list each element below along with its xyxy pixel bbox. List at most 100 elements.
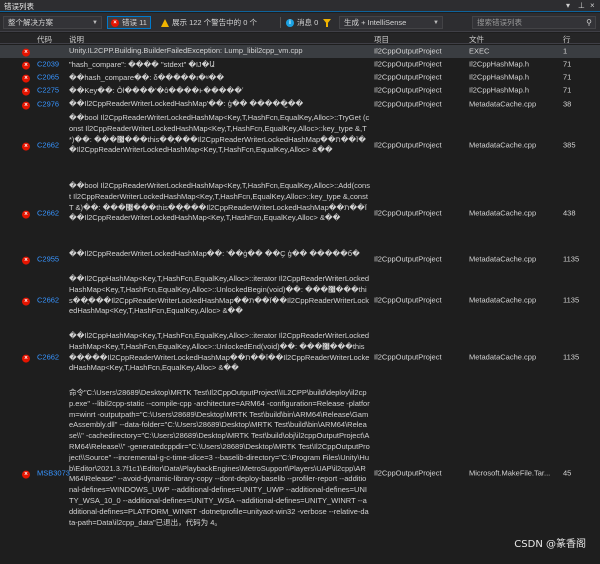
error-project: Il2CppOutputProject (374, 295, 442, 305)
error-line: 71 (563, 59, 572, 69)
column-header-project[interactable]: 项目 (374, 34, 389, 45)
error-line: 1135 (563, 254, 580, 264)
error-file: MetadataCache.cpp (469, 99, 537, 109)
error-icon: × (22, 208, 30, 219)
error-line: 438 (563, 208, 576, 218)
error-description: Unity.IL2CPP.Building.BuilderFailedExcep… (69, 46, 303, 55)
error-icon: × (22, 86, 30, 97)
error-line: 1135 (563, 352, 580, 362)
error-line: 1 (563, 46, 568, 56)
error-project: Il2CppOutputProject (374, 352, 442, 362)
error-description: ��Il2CppHashMap<Key,T,HashFcn,EqualKey,A… (69, 331, 370, 373)
close-icon[interactable]: × (590, 1, 595, 10)
error-description: ��Il2CppReaderWriterLockedHashMap'��: ģ�… (69, 99, 304, 108)
table-row[interactable]: × MSB3073 命令"C:\Users\28689\Desktop\MRTK… (0, 387, 600, 561)
chevron-down-icon: ▼ (433, 19, 439, 26)
info-icon: i (286, 18, 294, 27)
error-icon: × (22, 469, 30, 480)
chevron-down-icon: ▼ (92, 19, 98, 26)
error-project: Il2CppOutputProject (374, 99, 442, 109)
build-filter-dropdown[interactable]: 生成 + IntelliSense ▼ (339, 16, 443, 29)
search-placeholder: 搜索错误列表 (477, 18, 522, 27)
error-line: 71 (563, 72, 572, 82)
error-file: Microsoft.MakeFile.Tar... (469, 468, 551, 478)
error-description: ��hash_compare��: δ�����ı�ʶ�� (69, 73, 225, 82)
error-description: ��bool Il2CppReaderWriterLockedHashMap<K… (69, 113, 370, 155)
table-row[interactable]: × C2039 "hash_compare": ���� "stdext" �Ĳ… (0, 59, 600, 71)
dropdown-icon[interactable]: ▾ (566, 1, 570, 10)
build-filter-value: 生成 + IntelliSense (344, 18, 407, 27)
error-project: Il2CppOutputProject (374, 72, 442, 82)
error-project: Il2CppOutputProject (374, 59, 442, 69)
table-row[interactable]: × C2662 ��bool Il2CppReaderWriterLockedH… (0, 112, 600, 179)
error-icon: × (22, 255, 30, 266)
error-icon: × (22, 99, 30, 110)
error-file: Il2CppHashMap.h (469, 85, 530, 95)
warning-icon (161, 18, 169, 27)
error-file: Il2CppHashMap.h (469, 59, 530, 69)
error-line: 71 (563, 85, 572, 95)
error-code: C2662 (37, 208, 60, 218)
errors-filter-button[interactable]: × 错误 11 (107, 16, 151, 29)
csdn-watermark: CSDN @篆香阁 (514, 539, 586, 550)
search-icon[interactable]: ⚲ (586, 18, 592, 27)
error-icon: × (22, 46, 30, 57)
table-row[interactable]: × C2662 ��bool Il2CppReaderWriterLockedH… (0, 180, 600, 247)
table-row[interactable]: × C2065 ��hash_compare��: δ�����ı�ʶ�� Il… (0, 72, 600, 84)
error-description: ��Il2CppReaderWriterLockedHashMap��: ʹ��… (69, 249, 360, 258)
table-row[interactable]: × C2275 ��Key��: Ôl����ʹ�ô����ͱ�����ʽ Il… (0, 85, 600, 97)
error-line: 38 (563, 99, 572, 109)
window-title-bar: 错误列表 ▾ ⊥ × (0, 0, 600, 12)
error-line: 1135 (563, 295, 580, 305)
error-code: C2662 (37, 140, 60, 150)
column-header-code[interactable]: 代码 (37, 34, 52, 45)
search-input[interactable]: 搜索错误列表 ⚲ (472, 16, 596, 29)
column-header-file[interactable]: 文件 (469, 34, 484, 45)
error-description: ��Key��: Ôl����ʹ�ô����ͱ�����ʽ (69, 86, 244, 95)
window-title: 错误列表 (4, 1, 34, 11)
error-file: MetadataCache.cpp (469, 208, 537, 218)
error-project: Il2CppOutputProject (374, 208, 442, 218)
error-icon: × (22, 296, 30, 307)
error-project: Il2CppOutputProject (374, 254, 442, 264)
table-row[interactable]: × C2662 ��Il2CppHashMap<Key,T,HashFcn,Eq… (0, 273, 600, 329)
table-row[interactable]: × C2955 ��Il2CppReaderWriterLockedHashMa… (0, 248, 600, 272)
messages-filter-label: 消息 0 (297, 18, 319, 27)
table-row[interactable]: × Unity.IL2CPP.Building.BuilderFailedExc… (0, 45, 600, 58)
error-line: 45 (563, 468, 572, 478)
pin-icon[interactable]: ⊥ (578, 1, 585, 10)
filter-button[interactable] (318, 16, 336, 29)
error-icon: × (111, 18, 119, 27)
error-project: Il2CppOutputProject (374, 85, 442, 95)
error-description: 命令"C:\Users\28689\Desktop\MRTK Test\Il2C… (69, 388, 370, 527)
title-accent-line (0, 11, 600, 12)
error-project: Il2CppOutputProject (374, 468, 442, 478)
error-project: Il2CppOutputProject (374, 46, 442, 56)
column-header-line[interactable]: 行 (563, 34, 571, 45)
error-project: Il2CppOutputProject (374, 140, 442, 150)
error-icon: × (22, 140, 30, 151)
filter-icon (323, 18, 331, 27)
error-file: MetadataCache.cpp (469, 295, 537, 305)
warnings-filter-label: 展示 122 个警告中的 0 个 (172, 18, 258, 27)
error-description: ��Il2CppHashMap<Key,T,HashFcn,EqualKey,A… (69, 274, 370, 316)
error-icon: × (22, 73, 30, 84)
error-code: C2955 (37, 254, 60, 264)
error-file: EXEC (469, 46, 490, 56)
error-file: Il2CppHashMap.h (469, 72, 530, 82)
toolbar-separator (280, 17, 281, 28)
warnings-filter-button[interactable]: 展示 122 个警告中的 0 个 (158, 16, 260, 29)
messages-filter-button[interactable]: i 消息 0 (283, 16, 321, 29)
column-header-description[interactable]: 说明 (69, 34, 84, 45)
error-code: C2065 (37, 72, 60, 82)
error-code: MSB3073 (37, 468, 70, 478)
error-code: C2039 (37, 59, 60, 69)
table-row[interactable]: × C2976 ��Il2CppReaderWriterLockedHashMa… (0, 98, 600, 111)
scope-dropdown[interactable]: 整个解决方案 ▼ (3, 16, 102, 29)
error-line: 385 (563, 140, 576, 150)
table-row[interactable]: × C2662 ��Il2CppHashMap<Key,T,HashFcn,Eq… (0, 330, 600, 386)
error-file: MetadataCache.cpp (469, 254, 537, 264)
error-icon: × (22, 60, 30, 71)
error-list-toolbar: 整个解决方案 ▼ × 错误 11 展示 122 个警告中的 0 个 i 消息 0… (0, 13, 600, 32)
error-code: C2662 (37, 295, 60, 305)
